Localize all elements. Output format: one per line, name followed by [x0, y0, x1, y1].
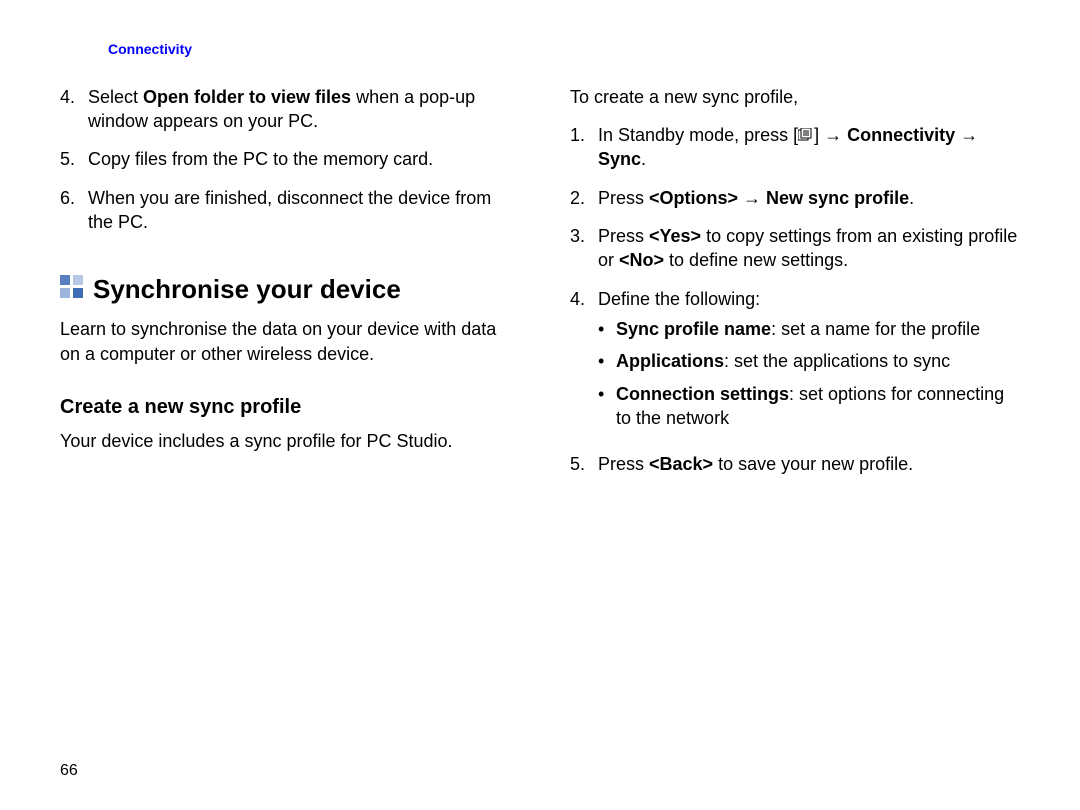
text: to save your new profile. — [713, 454, 913, 474]
right-step-5: 5. Press <Back> to save your new profile… — [570, 452, 1020, 476]
bullet-item: • Sync profile name: set a name for the … — [598, 317, 1020, 341]
left-column: 4. Select Open folder to view files when… — [60, 85, 510, 491]
text: Press — [598, 454, 649, 474]
bullet-dot: • — [598, 317, 616, 341]
bullet-item: • Connection settings: set options for c… — [598, 382, 1020, 431]
bullet-body: Connection settings: set options for con… — [616, 382, 1020, 431]
grid-icon — [60, 275, 83, 298]
right-step-1: 1. In Standby mode, press [] → Connectiv… — [570, 123, 1020, 172]
step-body: Copy files from the PC to the memory car… — [88, 147, 510, 171]
bullet-text: : set the applications to sync — [724, 351, 950, 371]
text: Press — [598, 226, 649, 246]
step-body: When you are finished, disconnect the de… — [88, 186, 510, 235]
step-number: 2. — [570, 186, 594, 210]
step-number: 4. — [60, 85, 84, 134]
left-step-5: 5. Copy files from the PC to the memory … — [60, 147, 510, 171]
right-step-3: 3. Press <Yes> to copy settings from an … — [570, 224, 1020, 273]
text-bold: <Options> — [649, 188, 738, 208]
text-bold: <Back> — [649, 454, 713, 474]
step-number: 5. — [570, 452, 594, 476]
bullet-label: Sync profile name — [616, 319, 771, 339]
step-body: Press <Back> to save your new profile. — [598, 452, 1020, 476]
text: . — [641, 149, 646, 169]
section-intro: Learn to synchronise the data on your de… — [60, 317, 510, 366]
text-pre: Select — [88, 87, 143, 107]
section-heading: Synchronise your device — [60, 272, 510, 307]
menu-key-icon — [798, 128, 814, 142]
left-step-6: 6. When you are finished, disconnect the… — [60, 186, 510, 235]
step-body: Press <Options> → New sync profile. — [598, 186, 1020, 210]
step-number: 1. — [570, 123, 594, 172]
bullet-item: • Applications: set the applications to … — [598, 349, 1020, 373]
text: → — [738, 188, 766, 208]
step-body: In Standby mode, press [] → Connectivity… — [598, 123, 1020, 172]
text: to define new settings. — [664, 250, 848, 270]
bullet-label: Connection settings — [616, 384, 789, 404]
step-body: Define the following: • Sync profile nam… — [598, 287, 1020, 438]
step-number: 6. — [60, 186, 84, 235]
subsection-heading: Create a new sync profile — [60, 394, 510, 421]
bullet-text: : set a name for the profile — [771, 319, 980, 339]
text-bold: <No> — [619, 250, 664, 270]
text-bold: Open folder to view files — [143, 87, 351, 107]
step-number: 3. — [570, 224, 594, 273]
header-section-label: Connectivity — [108, 40, 1020, 59]
text: ] → — [814, 125, 847, 145]
right-lead: To create a new sync profile, — [570, 85, 1020, 109]
text-bold: <Yes> — [649, 226, 701, 246]
bullet-label: Applications — [616, 351, 724, 371]
bullet-body: Applications: set the applications to sy… — [616, 349, 1020, 373]
bullet-dot: • — [598, 349, 616, 373]
subsection-intro: Your device includes a sync profile for … — [60, 429, 510, 453]
content-columns: 4. Select Open folder to view files when… — [60, 85, 1020, 491]
text: In Standby mode, press [ — [598, 125, 798, 145]
text: Define the following: — [598, 289, 760, 309]
right-step-4: 4. Define the following: • Sync profile … — [570, 287, 1020, 438]
step-body: Press <Yes> to copy settings from an exi… — [598, 224, 1020, 273]
step-number: 4. — [570, 287, 594, 438]
bullet-body: Sync profile name: set a name for the pr… — [616, 317, 1020, 341]
bullet-dot: • — [598, 382, 616, 431]
left-step-4: 4. Select Open folder to view files when… — [60, 85, 510, 134]
definition-bullets: • Sync profile name: set a name for the … — [598, 317, 1020, 430]
section-heading-text: Synchronise your device — [93, 272, 401, 307]
page-number: 66 — [60, 760, 78, 782]
right-column: To create a new sync profile, 1. In Stan… — [570, 85, 1020, 491]
text: Press — [598, 188, 649, 208]
right-step-2: 2. Press <Options> → New sync profile. — [570, 186, 1020, 210]
step-body: Select Open folder to view files when a … — [88, 85, 510, 134]
text-bold: New sync profile — [766, 188, 909, 208]
text: . — [909, 188, 914, 208]
step-number: 5. — [60, 147, 84, 171]
